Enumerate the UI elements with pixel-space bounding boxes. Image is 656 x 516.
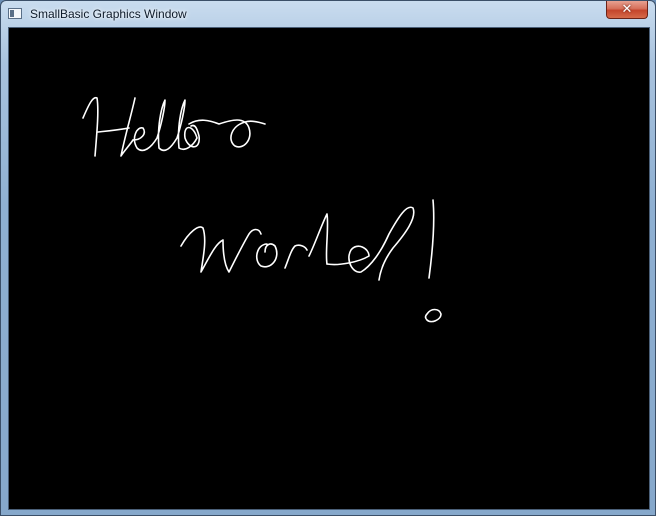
app-icon[interactable] [8,8,22,19]
stroke-o-tail [188,119,266,148]
title-bar[interactable]: SmallBasic Graphics Window ✕ [1,1,655,27]
stroke-o [255,243,278,268]
stroke-h-left [82,96,99,157]
drawing-canvas[interactable] [8,27,650,510]
stroke-w [180,226,262,273]
stroke-d [326,206,415,281]
handwriting-drawing [82,96,442,323]
window-title: SmallBasic Graphics Window [30,7,187,21]
close-icon: ✕ [621,2,633,17]
stroke-r [284,244,308,269]
stroke-ello [132,99,200,152]
graphics-window: SmallBasic Graphics Window ✕ [0,0,656,516]
stroke-h-right [120,97,136,157]
stroke-l [308,213,329,265]
stroke-exclamation [428,199,435,279]
stroke-h-bar [97,127,130,133]
stroke-dot [424,308,442,323]
close-button[interactable]: ✕ [606,1,648,19]
